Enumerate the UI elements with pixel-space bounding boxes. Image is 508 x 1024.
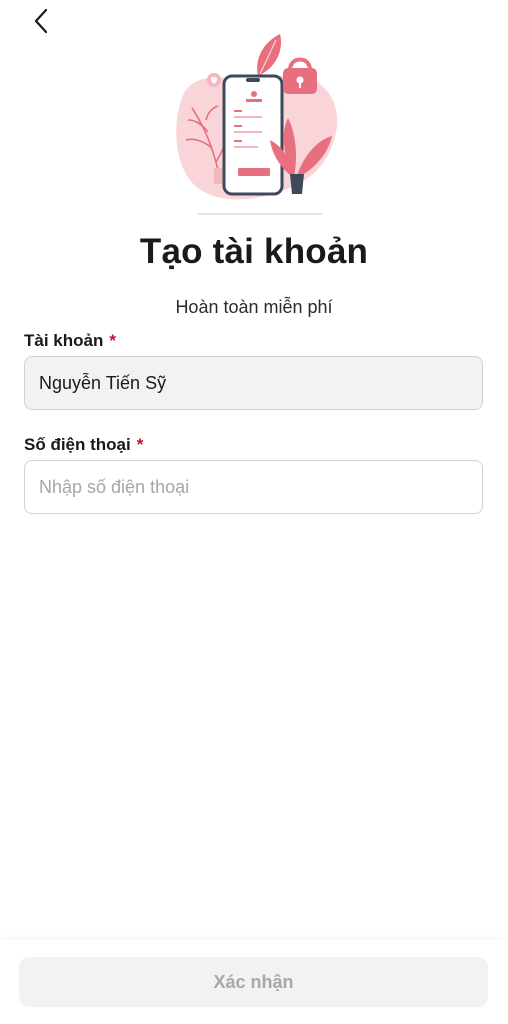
phone-label: Số điện thoại *: [24, 435, 143, 455]
account-label: Tài khoản *: [24, 331, 116, 351]
phone-label-text: Số điện thoại: [24, 435, 131, 454]
account-label-text: Tài khoản: [24, 331, 104, 350]
required-mark: *: [109, 331, 116, 350]
required-mark: *: [136, 435, 144, 454]
confirm-button[interactable]: Xác nhận: [19, 957, 488, 1007]
page-subtitle: Hoàn toàn miễn phí: [175, 297, 333, 317]
page-title: Tạo tài khoản: [139, 232, 369, 271]
account-input[interactable]: [24, 356, 483, 410]
bottom-action-bar: Xác nhận: [0, 940, 508, 1024]
signup-illustration: [162, 28, 346, 220]
chevron-left-icon: [34, 8, 48, 34]
phone-input[interactable]: [24, 460, 483, 514]
back-button[interactable]: [26, 6, 56, 36]
